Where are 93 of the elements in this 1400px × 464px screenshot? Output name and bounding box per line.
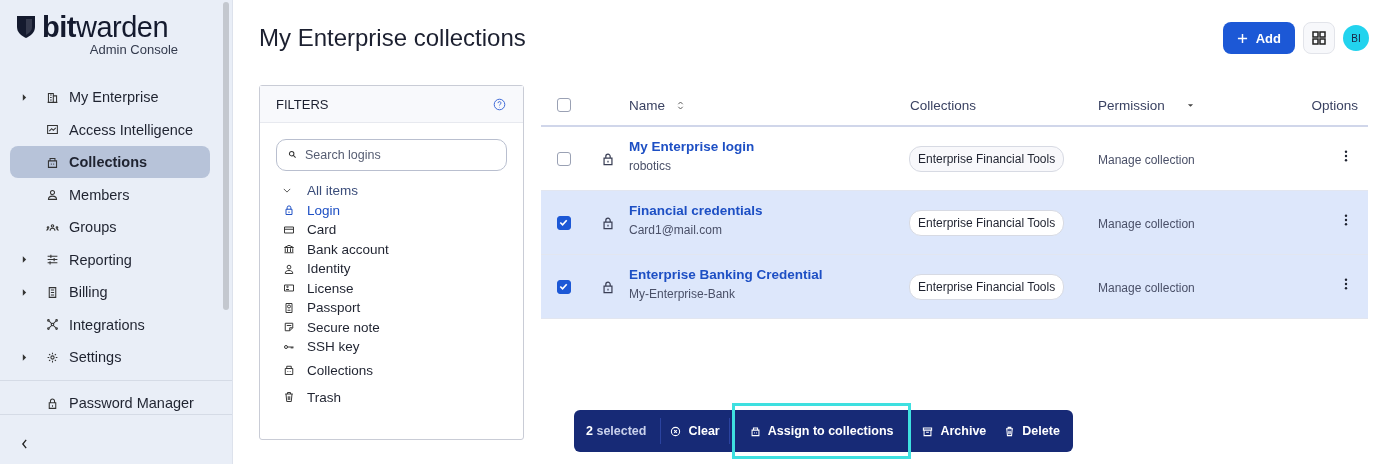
collection-tag: Enterprise Financial Tools bbox=[909, 209, 1065, 236]
collection-tag: Enterprise Financial Tools bbox=[909, 145, 1065, 172]
briefcase-icon bbox=[46, 155, 59, 169]
clear-icon bbox=[670, 425, 682, 437]
bulk-action-button[interactable]: Assign to collections bbox=[740, 413, 903, 449]
nav-item[interactable]: Billing bbox=[10, 276, 210, 308]
row-checkbox[interactable] bbox=[556, 151, 571, 166]
shield-logo-icon bbox=[16, 15, 36, 39]
nav-item[interactable]: Integrations bbox=[10, 308, 210, 341]
brand-logo: bitwarden bbox=[42, 12, 169, 42]
nav-item[interactable]: Access Intelligence bbox=[10, 113, 210, 146]
table-row[interactable]: Enterprise Banking Credential My-Enterprise-Bank Enterprise Financial Tools Manage collection bbox=[541, 255, 1368, 319]
filter-item[interactable]: Identity bbox=[276, 259, 507, 279]
permission-text: Manage collection bbox=[1098, 216, 1195, 231]
avatar[interactable]: BI bbox=[1343, 25, 1369, 51]
row-checkbox[interactable] bbox=[556, 279, 571, 294]
user-icon bbox=[283, 262, 295, 275]
item-name-link[interactable]: Enterprise Banking Credential bbox=[629, 266, 823, 282]
nav-item[interactable]: Members bbox=[10, 178, 210, 211]
bulk-action-button[interactable]: Delete bbox=[995, 413, 1069, 449]
selection-count: 2 selected bbox=[586, 424, 647, 438]
building-icon bbox=[46, 90, 59, 104]
permission-text: Manage collection bbox=[1098, 152, 1195, 167]
lock-icon bbox=[600, 151, 615, 166]
filter-item[interactable]: Secure note bbox=[276, 317, 507, 337]
briefcase-icon bbox=[749, 425, 761, 437]
card-icon bbox=[283, 223, 295, 236]
add-button[interactable]: Add bbox=[1222, 22, 1295, 54]
panel-title: FILTERS bbox=[276, 96, 329, 112]
more-options-icon[interactable] bbox=[1344, 149, 1348, 162]
filter-item[interactable]: Collections bbox=[276, 356, 507, 384]
nav-item[interactable]: My Enterprise bbox=[10, 81, 210, 113]
nav-item[interactable]: Reporting bbox=[10, 243, 210, 276]
table-row[interactable]: Financial credentials Card1@mail.com Enterprise Financial Tools Manage collection bbox=[541, 191, 1368, 255]
scrollbar[interactable] bbox=[223, 2, 229, 310]
logo-subtitle: Admin Console bbox=[89, 42, 178, 57]
help-icon[interactable] bbox=[493, 97, 506, 111]
filter-item[interactable]: Bank account bbox=[276, 239, 507, 259]
sort-icon[interactable] bbox=[677, 99, 684, 111]
archive-icon bbox=[922, 425, 934, 437]
nav-item[interactable]: Password Manager bbox=[10, 387, 210, 414]
row-checkbox[interactable] bbox=[556, 215, 571, 230]
user-icon bbox=[46, 188, 59, 201]
item-subtitle: Card1@mail.com bbox=[629, 222, 722, 237]
more-options-icon[interactable] bbox=[1344, 277, 1348, 290]
briefcase-icon bbox=[283, 364, 295, 376]
nav-item[interactable]: Settings bbox=[10, 341, 210, 373]
item-name-link[interactable]: My Enterprise login bbox=[629, 138, 755, 154]
column-header[interactable]: Name bbox=[629, 97, 665, 113]
more-options-icon[interactable] bbox=[1344, 213, 1348, 226]
filter-item[interactable]: Passport bbox=[276, 298, 507, 318]
lock-icon bbox=[283, 204, 295, 217]
grid-icon bbox=[1311, 30, 1327, 46]
select-all-checkbox[interactable] bbox=[556, 98, 571, 112]
trash-icon bbox=[283, 391, 295, 403]
network-icon bbox=[46, 318, 59, 331]
nav-item[interactable]: Collections bbox=[10, 146, 210, 178]
filter-item[interactable]: Trash bbox=[276, 383, 507, 411]
document-icon bbox=[46, 285, 59, 299]
nav-item[interactable]: Groups bbox=[10, 211, 210, 243]
dropdown-icon[interactable] bbox=[1186, 102, 1194, 108]
note-icon bbox=[283, 321, 295, 334]
settings-icon bbox=[46, 350, 59, 364]
search-field[interactable]: Search logins bbox=[276, 139, 507, 171]
bulk-action-button[interactable]: Clear bbox=[661, 413, 729, 449]
column-header[interactable]: Collections bbox=[910, 97, 977, 113]
plus-icon bbox=[1236, 32, 1248, 44]
lock-icon bbox=[600, 279, 615, 294]
page-title: My Enterprise collections bbox=[259, 24, 526, 52]
filter-item[interactable]: All items bbox=[276, 181, 507, 201]
search-icon bbox=[288, 150, 297, 159]
item-name-link[interactable]: Financial credentials bbox=[629, 202, 763, 218]
item-subtitle: robotics bbox=[629, 158, 672, 173]
bulk-action-button[interactable]: Archive bbox=[913, 413, 996, 449]
column-header[interactable]: Permission bbox=[1098, 97, 1165, 113]
id-card-icon bbox=[283, 282, 295, 295]
lock-icon bbox=[600, 215, 615, 230]
permission-text: Manage collection bbox=[1098, 280, 1195, 295]
filter-item[interactable]: License bbox=[276, 278, 507, 298]
passport-icon bbox=[283, 301, 295, 314]
trash-icon bbox=[1004, 425, 1016, 437]
column-header[interactable]: Options bbox=[1311, 97, 1358, 113]
apps-button[interactable] bbox=[1303, 22, 1335, 54]
filter-item[interactable]: Card bbox=[276, 220, 507, 240]
collection-tag: Enterprise Financial Tools bbox=[909, 273, 1065, 300]
lock-icon bbox=[46, 396, 59, 410]
filter-item[interactable]: SSH key bbox=[276, 337, 507, 357]
bank-icon bbox=[283, 243, 295, 256]
filter-item[interactable]: Login bbox=[276, 200, 507, 220]
item-subtitle: My-Enterprise-Bank bbox=[629, 286, 736, 301]
collapse-icon[interactable] bbox=[21, 439, 28, 449]
sliders-icon bbox=[46, 253, 59, 266]
chart-icon bbox=[46, 123, 59, 136]
